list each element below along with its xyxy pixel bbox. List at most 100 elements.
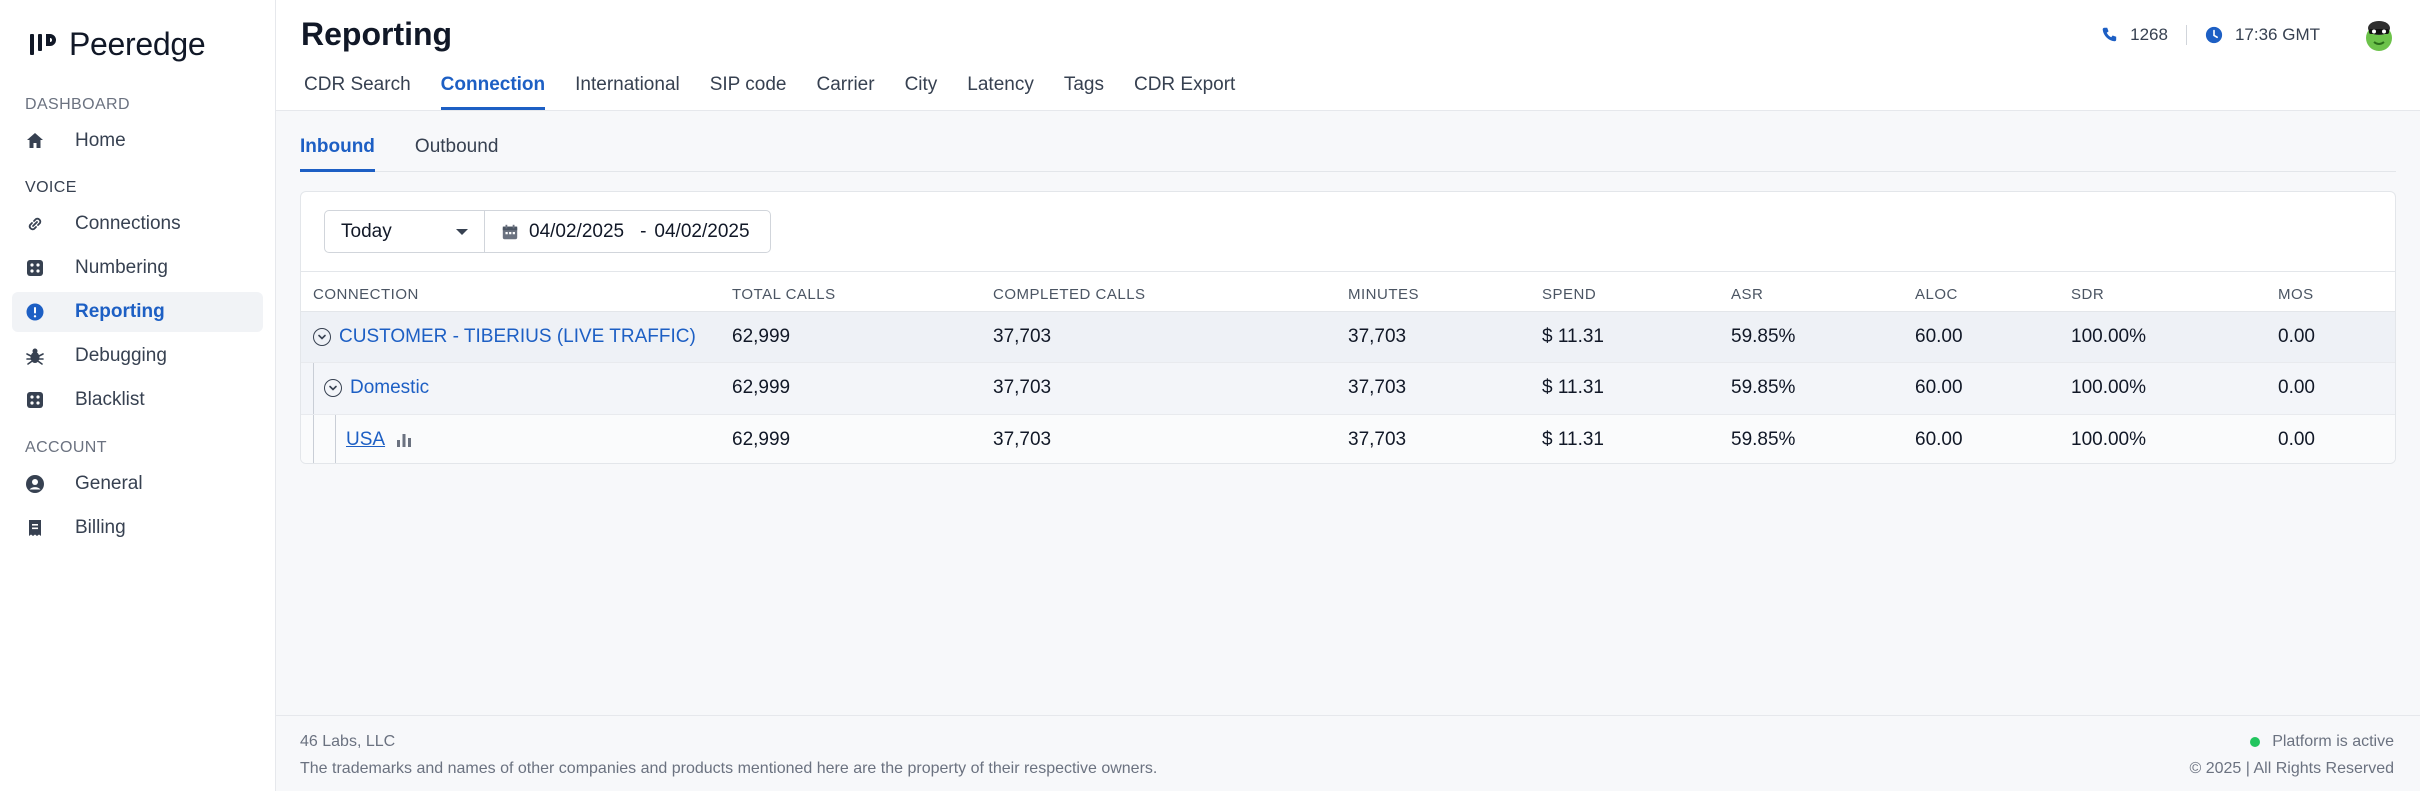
current-time: 17:36 GMT — [2234, 25, 2320, 44]
minutes-cell: 37,703 — [1348, 362, 1542, 415]
indent-line — [313, 362, 314, 414]
sidebar-item-label: Blacklist — [75, 389, 145, 410]
tab-carrier[interactable]: Carrier — [817, 64, 875, 110]
brand[interactable]: Peeredge — [27, 24, 275, 64]
table-row: USA 62,999 37,703 37,703 $ 11.31 59.85% … — [301, 414, 2395, 463]
table-row: CUSTOMER - TIBERIUS (LIVE TRAFFIC) 62,99… — [301, 311, 2395, 363]
column-header[interactable]: SDR — [2071, 272, 2278, 312]
column-header[interactable]: COMPLETED CALLS — [993, 272, 1348, 312]
period-select[interactable]: Today — [325, 211, 485, 252]
tab-latency[interactable]: Latency — [967, 64, 1034, 110]
date-range-picker[interactable]: 04/02/2025 - 04/02/2025 — [485, 211, 770, 252]
sidebar-item-reporting[interactable]: Reporting — [12, 292, 263, 332]
sidebar-item-numbering[interactable]: Numbering — [12, 248, 263, 288]
report-tabs: CDR Search Connection International SIP … — [304, 64, 1265, 110]
date-filter-group: Today 04/02/2025 - 04/02/2025 — [324, 210, 771, 253]
table-row: Domestic 62,999 37,703 37,703 $ 11.31 59… — [301, 362, 2395, 415]
total-calls-cell: 62,999 — [732, 311, 993, 363]
connection-report-table: CONNECTION TOTAL CALLS COMPLETED CALLS M… — [301, 272, 2395, 463]
tab-tags[interactable]: Tags — [1064, 64, 1104, 110]
page-title: Reporting — [301, 16, 453, 52]
clock-icon — [2205, 26, 2223, 44]
platform-status-text: Platform is active — [2272, 733, 2394, 750]
indent-line — [335, 414, 336, 463]
sdr-cell: 100.00% — [2071, 311, 2278, 363]
sidebar-item-label: Reporting — [75, 301, 165, 322]
column-header[interactable]: SPEND — [1542, 272, 1731, 312]
sidebar-item-debugging[interactable]: Debugging — [12, 336, 263, 376]
tab-international[interactable]: International — [575, 64, 680, 110]
brand-name: Peeredge — [69, 25, 206, 62]
phone-count: 1268 — [2130, 25, 2168, 44]
sidebar-item-billing[interactable]: Billing — [12, 508, 263, 548]
company-name: 46 Labs, LLC — [300, 733, 396, 750]
bar-chart-icon[interactable] — [395, 431, 413, 449]
mos-cell: 0.00 — [2278, 311, 2395, 363]
date-separator: - — [640, 220, 647, 242]
report-panel: Today 04/02/2025 - 04/02/2025 CONNECTION… — [300, 191, 2396, 464]
collapse-toggle-icon[interactable] — [313, 327, 331, 346]
user-avatar-icon — [2366, 21, 2392, 51]
connection-link[interactable]: CUSTOMER - TIBERIUS (LIVE TRAFFIC) — [339, 326, 696, 348]
sdr-cell: 100.00% — [2071, 414, 2278, 463]
column-header[interactable]: TOTAL CALLS — [732, 272, 993, 312]
date-to: 04/02/2025 — [654, 220, 750, 242]
tab-connection[interactable]: Connection — [440, 64, 546, 110]
minutes-cell: 37,703 — [1348, 311, 1542, 363]
mos-cell: 0.00 — [2278, 414, 2395, 463]
calendar-icon — [502, 224, 518, 239]
footer-left: 46 Labs, LLC The trademarks and names of… — [300, 728, 1157, 782]
group-link[interactable]: Domestic — [350, 377, 429, 399]
topbar: Reporting 1268 17:36 GMT CDR Search Conn… — [276, 0, 2420, 111]
collapse-toggle-icon[interactable] — [324, 379, 342, 397]
country-link[interactable]: USA — [346, 429, 385, 451]
sidebar-item-label: General — [75, 473, 143, 494]
status-dot-icon — [2250, 736, 2261, 747]
footer-right: Platform is active © 2025 | All Rights R… — [2190, 728, 2395, 782]
bug-icon — [25, 346, 45, 366]
period-select-value: Today — [341, 220, 392, 242]
sidebar-item-label: Billing — [75, 517, 126, 538]
grid-icon — [25, 258, 45, 278]
minutes-cell: 37,703 — [1348, 414, 1542, 463]
tab-cdr-search[interactable]: CDR Search — [304, 64, 411, 110]
sidebar-item-blacklist[interactable]: Blacklist — [12, 380, 263, 420]
column-header[interactable]: CONNECTION — [301, 272, 732, 312]
sidebar-item-connections[interactable]: Connections — [12, 204, 263, 244]
alert-circle-icon — [25, 302, 45, 322]
column-header[interactable]: MOS — [2278, 272, 2395, 312]
total-calls-cell: 62,999 — [732, 362, 993, 415]
indent-line — [313, 414, 314, 463]
phone-indicator[interactable]: 1268 — [2100, 25, 2168, 45]
tab-sip-code[interactable]: SIP code — [710, 64, 787, 110]
sdr-cell: 100.00% — [2071, 362, 2278, 415]
copyright: © 2025 | All Rights Reserved — [2189, 760, 2395, 777]
total-calls-cell: 62,999 — [732, 414, 993, 463]
sidebar-item-label: Debugging — [75, 345, 167, 366]
asr-cell: 59.85% — [1731, 311, 1915, 363]
home-icon — [25, 131, 45, 151]
tab-outbound[interactable]: Outbound — [415, 126, 498, 172]
column-header[interactable]: ALOC — [1915, 272, 2071, 312]
column-header[interactable]: MINUTES — [1348, 272, 1542, 312]
clock-indicator: 17:36 GMT — [2205, 25, 2320, 45]
completed-calls-cell: 37,703 — [993, 362, 1348, 415]
sidebar-item-home[interactable]: Home — [12, 121, 263, 161]
tab-cdr-export[interactable]: CDR Export — [1134, 64, 1235, 110]
asr-cell: 59.85% — [1731, 362, 1915, 415]
user-circle-icon — [25, 474, 45, 494]
date-from: 04/02/2025 — [529, 220, 625, 242]
link-icon — [25, 214, 45, 234]
aloc-cell: 60.00 — [1915, 414, 2071, 463]
column-header[interactable]: ASR — [1731, 272, 1915, 312]
tab-inbound[interactable]: Inbound — [300, 126, 375, 172]
phone-icon — [2102, 27, 2117, 42]
mos-cell: 0.00 — [2278, 362, 2395, 415]
tab-city[interactable]: City — [905, 64, 938, 110]
direction-tabs: Inbound Outbound — [300, 126, 2396, 172]
avatar[interactable] — [2360, 16, 2398, 54]
top-right-info: 1268 17:36 GMT — [2100, 16, 2398, 54]
main-content: Reporting 1268 17:36 GMT CDR Search Conn… — [276, 0, 2420, 791]
sidebar-item-general[interactable]: General — [12, 464, 263, 504]
section-voice: VOICE — [25, 179, 77, 196]
